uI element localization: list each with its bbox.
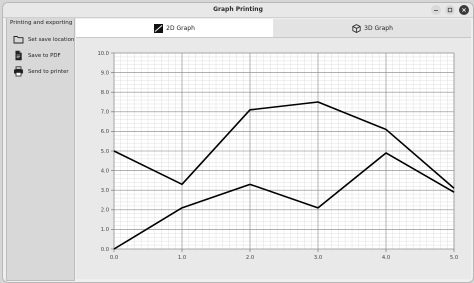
sidebar-heading: Printing and exporting [10,20,73,26]
y-tick-label: 8.0 [101,90,109,96]
x-tick-label: 3.0 [314,255,322,261]
x-tick-label: 1.0 [178,255,186,261]
y-tick-label: 2.0 [101,208,109,214]
line-chart: 0.0 1.0 2.0 3.0 4.0 5.0 0.0 1.0 2.0 3.0 4.0 5.0 6.0 7… [97,51,458,261]
close-icon [462,8,466,12]
tab-label: 2D Graph [166,24,195,32]
document-icon [13,50,24,61]
x-tick-label: 4.0 [382,255,390,261]
graph-panel: 0.0 1.0 2.0 3.0 4.0 5.0 0.0 1.0 2.0 3.0 4.0 5.0 6.0 7… [76,38,471,279]
sidebar-item-label: Send to printer [28,68,69,75]
x-tick-label: 5.0 [450,255,458,261]
tab-bar: 2D Graph 3D Graph [76,19,471,38]
maximize-button[interactable] [445,5,455,15]
y-tick-label: 1.0 [101,227,109,233]
x-tick-label: 2.0 [246,255,254,261]
tab-label: 3D Graph [364,24,393,32]
window-title: Graph Printing [213,6,263,13]
y-tick-label: 0.0 [101,247,109,253]
x-tick-label: 0.0 [110,255,118,261]
folder-icon [13,34,24,45]
y-tick-label: 9.0 [101,70,109,76]
tab-3d-graph[interactable]: 3D Graph [274,19,471,37]
save-to-pdf-button[interactable]: Save to PDF [13,49,73,62]
printer-icon [13,66,24,77]
graph-2d-icon [154,23,164,33]
y-tick-label: 6.0 [101,129,109,135]
set-save-location-button[interactable]: Set save location [13,33,75,46]
tab-2d-graph[interactable]: 2D Graph [76,19,273,37]
y-tick-label: 5.0 [101,149,109,155]
close-button[interactable] [459,5,469,15]
app-window: Graph Printing Printing and exporting Se… [2,2,474,283]
sidebar-item-label: Set save location [28,36,75,43]
minimize-button[interactable] [431,5,441,15]
maximize-icon [447,7,453,13]
y-tick-label: 7.0 [101,110,109,116]
title-bar: Graph Printing [3,3,473,18]
y-tick-label: 3.0 [101,188,109,194]
sidebar-item-label: Save to PDF [28,52,61,59]
y-tick-label: 4.0 [101,168,109,174]
sidebar: Printing and exporting Set save location… [6,18,75,281]
y-tick-label: 10.0 [97,51,109,57]
cube-icon [352,23,361,33]
minimize-icon [434,10,438,11]
send-to-printer-button[interactable]: Send to printer [13,65,73,78]
